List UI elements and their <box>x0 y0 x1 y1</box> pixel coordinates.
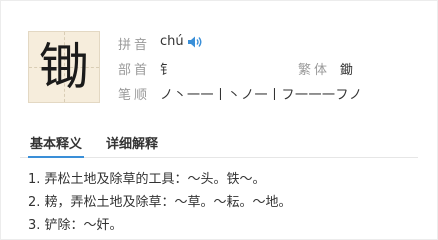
traditional-label: 繁体 <box>298 63 331 78</box>
main-character: 锄 <box>39 38 89 96</box>
definition-item: 2. 耪，弄松土地及除草：～草。～耘。～地。 <box>28 195 292 210</box>
character-box: 锄 <box>28 31 100 103</box>
definition-item: 3. 铲除：～奸。 <box>28 218 123 233</box>
speaker-icon[interactable] <box>187 35 203 49</box>
strokes-label: 笔顺 <box>118 88 151 103</box>
tab-basic-definition[interactable]: 基本释义 <box>27 133 85 158</box>
tab-detailed-explanation[interactable]: 详细解释 <box>106 133 158 152</box>
definition-tabs: 基本释义 详细解释 <box>20 125 418 158</box>
definition-item: 1. 弄松土地及除草的工具：～头。铁～。 <box>28 172 266 187</box>
radical-value: 钅 <box>160 63 174 78</box>
radical-label: 部首 <box>118 63 151 78</box>
pinyin-label: 拼音 <box>118 38 151 53</box>
traditional-value: 鋤 <box>340 63 354 78</box>
pinyin-value: chú <box>160 34 184 49</box>
stroke-order: ノ丶一一丨丶ノ一丨フ一一一フノ <box>160 88 363 103</box>
